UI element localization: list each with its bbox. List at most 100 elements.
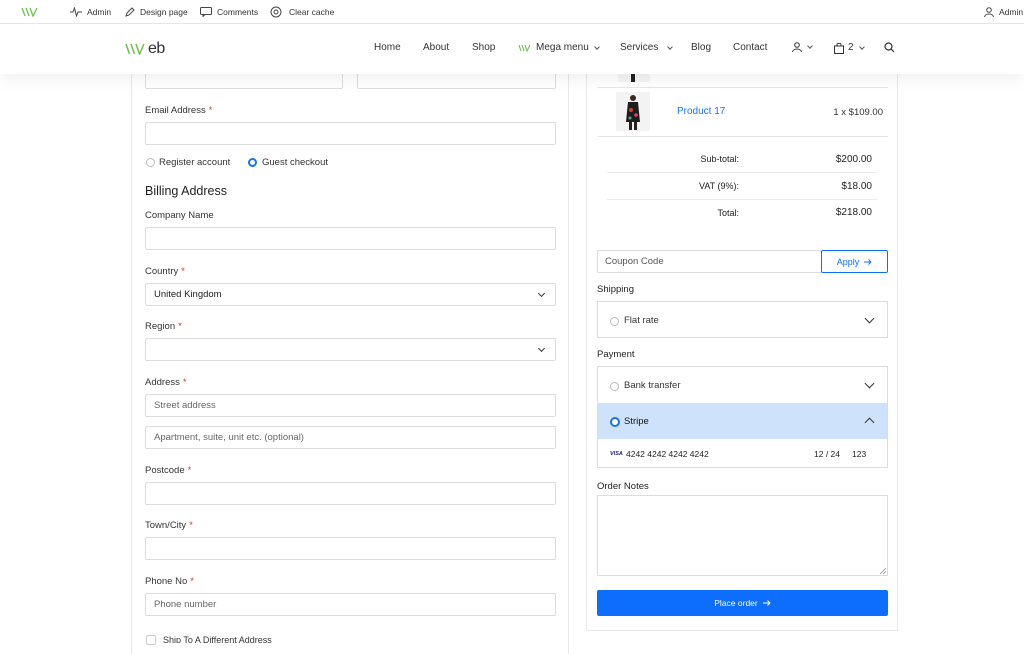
chevron-down-icon: [864, 313, 875, 324]
billing-address-heading: Billing Address: [145, 184, 227, 198]
nav-mega-menu-label: Mega menu: [536, 42, 589, 53]
clear-cache-menu-item[interactable]: Clear cache: [270, 0, 334, 24]
stripe-label: Stripe: [624, 415, 649, 427]
resize-handle-icon[interactable]: [880, 568, 886, 574]
total-row: Total: $218.00: [607, 199, 877, 226]
nav-services[interactable]: Services: [620, 42, 674, 54]
divider: [597, 87, 888, 88]
ship-different-checkbox[interactable]: [146, 635, 156, 645]
region-select[interactable]: [145, 338, 556, 361]
order-notes-textarea[interactable]: [597, 495, 888, 576]
main-navbar: eb Home About Shop Mega menu Services Bl…: [0, 24, 1024, 74]
vat-label: VAT (9%):: [698, 181, 739, 191]
ship-different-label: Ship To A Different Address: [163, 635, 272, 643]
bank-transfer-label: Bank transfer: [624, 379, 681, 391]
nav-search[interactable]: [884, 42, 895, 53]
design-page-menu-item[interactable]: Design page: [125, 0, 188, 24]
nav-about[interactable]: About: [423, 42, 449, 54]
chevron-up-icon: [864, 417, 875, 428]
chevron-down-icon: [537, 344, 546, 353]
arrow-right-icon: [762, 600, 771, 606]
coupon-input[interactable]: Coupon Code: [597, 250, 822, 273]
nav-cart[interactable]: 2: [834, 42, 865, 54]
region-label: Region *: [145, 321, 182, 332]
nav-contact[interactable]: Contact: [733, 42, 767, 54]
admin-logo-icon[interactable]: [21, 0, 39, 24]
activity-icon: [70, 7, 82, 17]
stripe-card-element[interactable]: VISA 4242 4242 4242 4242 12 / 24 123: [598, 439, 887, 468]
payment-heading: Payment: [597, 349, 635, 360]
admin-bar: Admin Design page Comments Clear cache A…: [0, 0, 1024, 24]
shipping-flat-rate-option[interactable]: Flat rate: [598, 302, 887, 338]
register-account-radio[interactable]: [146, 158, 155, 167]
user-icon: [792, 42, 802, 52]
apply-coupon-button[interactable]: Apply: [821, 250, 888, 273]
admin-menu-label: Admin: [87, 7, 112, 17]
clear-cache-label: Clear cache: [289, 7, 335, 17]
card-number-value[interactable]: 4242 4242 4242 4242: [626, 449, 709, 459]
nav-home-label: Home: [374, 42, 401, 53]
subtotal-value: $200.00: [835, 153, 872, 165]
chevron-down-icon: [537, 289, 546, 298]
place-order-label: Place order: [714, 598, 758, 608]
flat-rate-radio[interactable]: [610, 317, 619, 326]
vat-value: $18.00: [841, 180, 872, 192]
product-17-link[interactable]: Product 17: [677, 106, 725, 117]
town-city-input[interactable]: [145, 537, 556, 560]
chevron-down-icon: [864, 378, 875, 389]
comments-menu-item[interactable]: Comments: [200, 0, 258, 24]
company-name-input[interactable]: [145, 227, 556, 250]
chevron-down-icon: [807, 42, 813, 49]
total-value: $218.00: [835, 207, 872, 218]
guest-checkout-label: Guest checkout: [262, 157, 329, 168]
shipping-method-box: Flat rate: [597, 301, 888, 338]
guest-checkout-radio[interactable]: [248, 158, 257, 167]
subtotal-row: Sub-total: $200.00: [607, 146, 877, 173]
country-select[interactable]: United Kingdom: [145, 283, 556, 306]
postcode-input[interactable]: [145, 482, 556, 505]
product-17-thumbnail[interactable]: [616, 92, 650, 131]
pencil-icon: [125, 7, 135, 17]
card-expiry-value[interactable]: 12 / 24: [814, 449, 840, 459]
nav-home[interactable]: Home: [374, 42, 401, 54]
bank-transfer-radio[interactable]: [610, 382, 619, 391]
card-cvc-value[interactable]: 123: [852, 449, 866, 459]
product-17-qty-price: 1 x $109.00: [833, 107, 883, 118]
country-select-value: United Kingdom: [154, 289, 222, 300]
nav-shop-label: Shop: [472, 42, 496, 53]
email-input[interactable]: [145, 122, 556, 145]
visa-card-icon: VISA: [610, 450, 623, 457]
payment-bank-transfer-option[interactable]: Bank transfer: [598, 367, 887, 403]
nav-shop[interactable]: Shop: [472, 42, 495, 54]
town-city-label: Town/City *: [145, 520, 193, 531]
logo-text: eb: [148, 40, 165, 57]
nav-blog-label: Blog: [691, 42, 712, 53]
design-page-label: Design page: [140, 7, 188, 17]
payment-stripe-option[interactable]: Stripe: [598, 403, 887, 439]
arrow-right-icon: [864, 258, 872, 265]
stripe-radio[interactable]: [610, 417, 620, 427]
vat-row: VAT (9%): $18.00: [607, 173, 877, 200]
user-icon: [984, 7, 994, 17]
nav-blog[interactable]: Blog: [691, 42, 711, 54]
company-name-label: Company Name: [145, 210, 214, 221]
apply-label: Apply: [836, 256, 860, 267]
admin-user-menu[interactable]: Admin: [984, 0, 1023, 24]
nav-mega-menu[interactable]: Mega menu: [518, 42, 600, 54]
street-address-input[interactable]: Street address: [145, 394, 556, 417]
shipping-heading: Shipping: [597, 284, 634, 295]
apartment-input[interactable]: Apartment, suite, unit etc. (optional): [145, 426, 556, 449]
site-logo[interactable]: eb: [125, 38, 165, 60]
place-order-button[interactable]: Place order: [597, 590, 888, 616]
register-account-label: Register account: [159, 157, 231, 168]
chevron-down-icon: [858, 43, 865, 50]
postcode-label: Postcode *: [145, 465, 192, 476]
total-label: Total:: [717, 207, 739, 218]
phone-input[interactable]: Phone number: [145, 593, 556, 616]
divider: [597, 136, 888, 137]
admin-menu-item[interactable]: Admin: [70, 0, 111, 24]
admin-user-label: Admin: [999, 7, 1024, 17]
phone-placeholder: Phone number: [154, 599, 217, 610]
nav-account[interactable]: [792, 42, 813, 52]
cart-count: 2: [848, 42, 854, 53]
